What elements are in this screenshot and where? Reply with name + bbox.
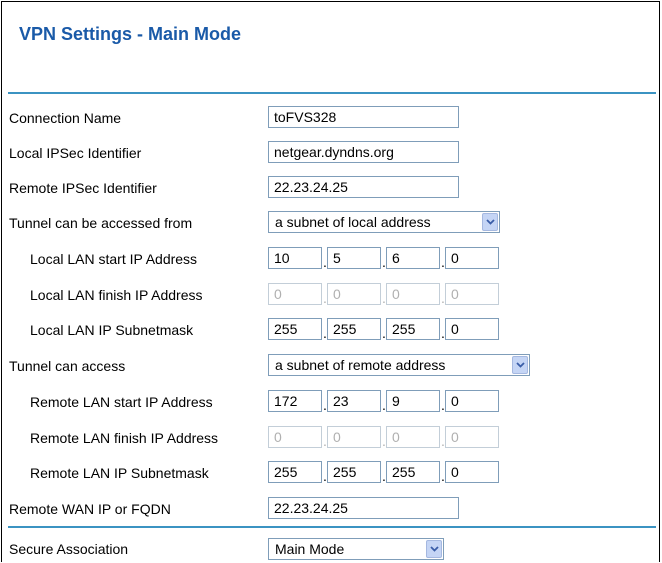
local-ipsec-identifier-input[interactable]: netgear.dyndns.org bbox=[268, 141, 459, 163]
tunnel-accessed-from-select[interactable]: a subnet of local address bbox=[268, 211, 500, 233]
connection-name-input[interactable]: toFVS328 bbox=[268, 106, 459, 128]
remote-wan-ip-input[interactable]: 22.23.24.25 bbox=[268, 497, 459, 519]
remote-ipsec-identifier-input[interactable]: 22.23.24.25 bbox=[268, 176, 459, 198]
local-ipsec-identifier-label: Local IPSec Identifier bbox=[9, 145, 142, 161]
tunnel-can-access-label: Tunnel can access bbox=[9, 358, 126, 374]
local-lan-start-ip-octet-3[interactable]: 6 bbox=[386, 247, 440, 269]
remote-lan-finish-ip-octet-1: 0 bbox=[268, 426, 322, 448]
local-lan-finish-ip-octet-4: 0 bbox=[445, 283, 499, 305]
secure-association-label: Secure Association bbox=[9, 541, 129, 557]
local-lan-start-ip-octet-4[interactable]: 0 bbox=[445, 247, 499, 269]
connection-name-label: Connection Name bbox=[9, 110, 122, 126]
remote-lan-subnetmask-octet-3[interactable]: 255 bbox=[386, 461, 440, 483]
header-divider bbox=[8, 92, 656, 94]
remote-lan-subnetmask-octet-4[interactable]: 0 bbox=[445, 461, 499, 483]
local-lan-start-ip-label: Local LAN start IP Address bbox=[30, 251, 198, 267]
local-lan-start-ip-octet-1[interactable]: 10 bbox=[268, 247, 322, 269]
local-lan-subnetmask-octet-4[interactable]: 0 bbox=[445, 318, 499, 340]
tunnel-accessed-from-label: Tunnel can be accessed from bbox=[9, 215, 193, 231]
chevron-down-icon[interactable] bbox=[512, 356, 528, 374]
local-lan-finish-ip-octet-2: 0 bbox=[327, 283, 381, 305]
local-lan-subnetmask-octet-3[interactable]: 255 bbox=[386, 318, 440, 340]
remote-lan-start-ip-octet-4[interactable]: 0 bbox=[445, 390, 499, 412]
local-lan-finish-ip-label: Local LAN finish IP Address bbox=[30, 287, 203, 303]
secure-association-select[interactable]: Main Mode bbox=[268, 538, 444, 560]
tunnel-accessed-from-value: a subnet of local address bbox=[275, 214, 431, 230]
chevron-down-icon[interactable] bbox=[426, 540, 442, 558]
remote-wan-ip-label: Remote WAN IP or FQDN bbox=[9, 501, 171, 517]
remote-lan-start-ip-octet-2[interactable]: 23 bbox=[327, 390, 381, 412]
secure-association-value: Main Mode bbox=[275, 541, 345, 557]
remote-ipsec-identifier-label: Remote IPSec Identifier bbox=[9, 180, 157, 196]
page-title: VPN Settings - Main Mode bbox=[19, 24, 242, 44]
section-divider bbox=[8, 526, 656, 528]
local-lan-finish-ip-octet-3: 0 bbox=[386, 283, 440, 305]
chevron-down-icon[interactable] bbox=[482, 213, 498, 231]
local-lan-subnetmask-octet-1[interactable]: 255 bbox=[268, 318, 322, 340]
remote-lan-finish-ip-label: Remote LAN finish IP Address bbox=[30, 430, 219, 446]
remote-lan-subnetmask-octet-1[interactable]: 255 bbox=[268, 461, 322, 483]
tunnel-can-access-value: a subnet of remote address bbox=[275, 357, 446, 373]
local-lan-finish-ip-octet-1: 0 bbox=[268, 283, 322, 305]
local-lan-subnetmask-label: Local LAN IP Subnetmask bbox=[30, 322, 194, 338]
remote-lan-subnetmask-label: Remote LAN IP Subnetmask bbox=[30, 465, 209, 481]
remote-lan-finish-ip-octet-3: 0 bbox=[386, 426, 440, 448]
remote-lan-finish-ip-octet-2: 0 bbox=[327, 426, 381, 448]
remote-lan-start-ip-label: Remote LAN start IP Address bbox=[30, 394, 213, 410]
remote-lan-subnetmask-octet-2[interactable]: 255 bbox=[327, 461, 381, 483]
remote-lan-finish-ip-octet-4: 0 bbox=[445, 426, 499, 448]
tunnel-can-access-select[interactable]: a subnet of remote address bbox=[268, 354, 530, 376]
remote-lan-start-ip-octet-1[interactable]: 172 bbox=[268, 390, 322, 412]
local-lan-start-ip-octet-2[interactable]: 5 bbox=[327, 247, 381, 269]
remote-lan-start-ip-octet-3[interactable]: 9 bbox=[386, 390, 440, 412]
local-lan-subnetmask-octet-2[interactable]: 255 bbox=[327, 318, 381, 340]
